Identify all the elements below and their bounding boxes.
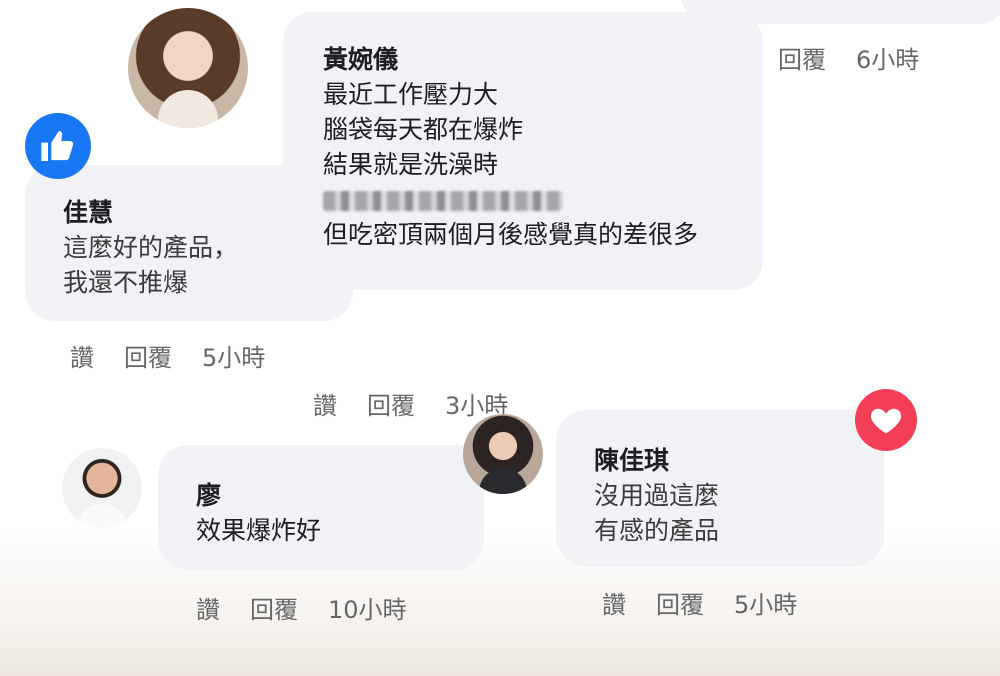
like-button[interactable]: 讚 (313, 392, 337, 420)
comment-author[interactable]: 黃婉儀 (323, 42, 763, 77)
timestamp: 10小時 (328, 596, 407, 624)
avatar-liao[interactable] (62, 448, 142, 528)
comment-text: 沒用過這麼 (594, 481, 720, 510)
reply-button[interactable]: 回覆 (778, 46, 826, 74)
comment-text: 最近工作壓力大 (323, 80, 499, 109)
comment-actions-chen: 讚 回覆 5小時 (602, 585, 827, 620)
reply-button[interactable]: 回覆 (250, 596, 298, 624)
comment-actions-liao: 讚 回覆 10小時 (196, 590, 437, 625)
like-reaction-icon (25, 113, 91, 179)
love-reaction-icon (855, 389, 917, 451)
comment-text: 但吃密頂兩個月後感覺真的差很多 (323, 220, 699, 249)
comment-author[interactable]: 陳佳琪 (594, 443, 884, 478)
comment-text: 腦袋每天都在爆炸 (323, 115, 524, 144)
comment-text: 效果爆炸好 (196, 516, 322, 545)
timestamp: 6小時 (856, 46, 920, 74)
reply-button[interactable]: 回覆 (367, 392, 415, 420)
avatar-chen[interactable] (463, 414, 543, 494)
comment-bubble-huang: 黃婉儀 最近工作壓力大 腦袋每天都在爆炸 結果就是洗澡時 但吃密頂兩個月後感覺真… (283, 12, 763, 290)
like-button[interactable]: 讚 (602, 591, 626, 619)
timestamp: 5小時 (202, 344, 266, 372)
reply-button[interactable]: 回覆 (124, 344, 172, 372)
like-button[interactable]: 讚 (196, 596, 220, 624)
comment-actions-jiahui: 讚 回覆 5小時 (70, 338, 295, 373)
redacted-text (323, 182, 763, 217)
avatar-huang[interactable] (128, 8, 248, 128)
timestamp: 5小時 (734, 591, 798, 619)
comment-author[interactable]: 廖 (196, 478, 484, 513)
comment-actions-huang: 回覆 6小時 (778, 40, 949, 75)
comment-text: 結果就是洗澡時 (323, 150, 499, 179)
comment-bubble-chen: 陳佳琪 沒用過這麼 有感的產品 (556, 410, 884, 566)
comment-bubble-liao: 廖 效果爆炸好 (158, 445, 484, 570)
like-button[interactable]: 讚 (70, 344, 94, 372)
reply-button[interactable]: 回覆 (656, 591, 704, 619)
comment-text: 有感的產品 (594, 516, 720, 545)
